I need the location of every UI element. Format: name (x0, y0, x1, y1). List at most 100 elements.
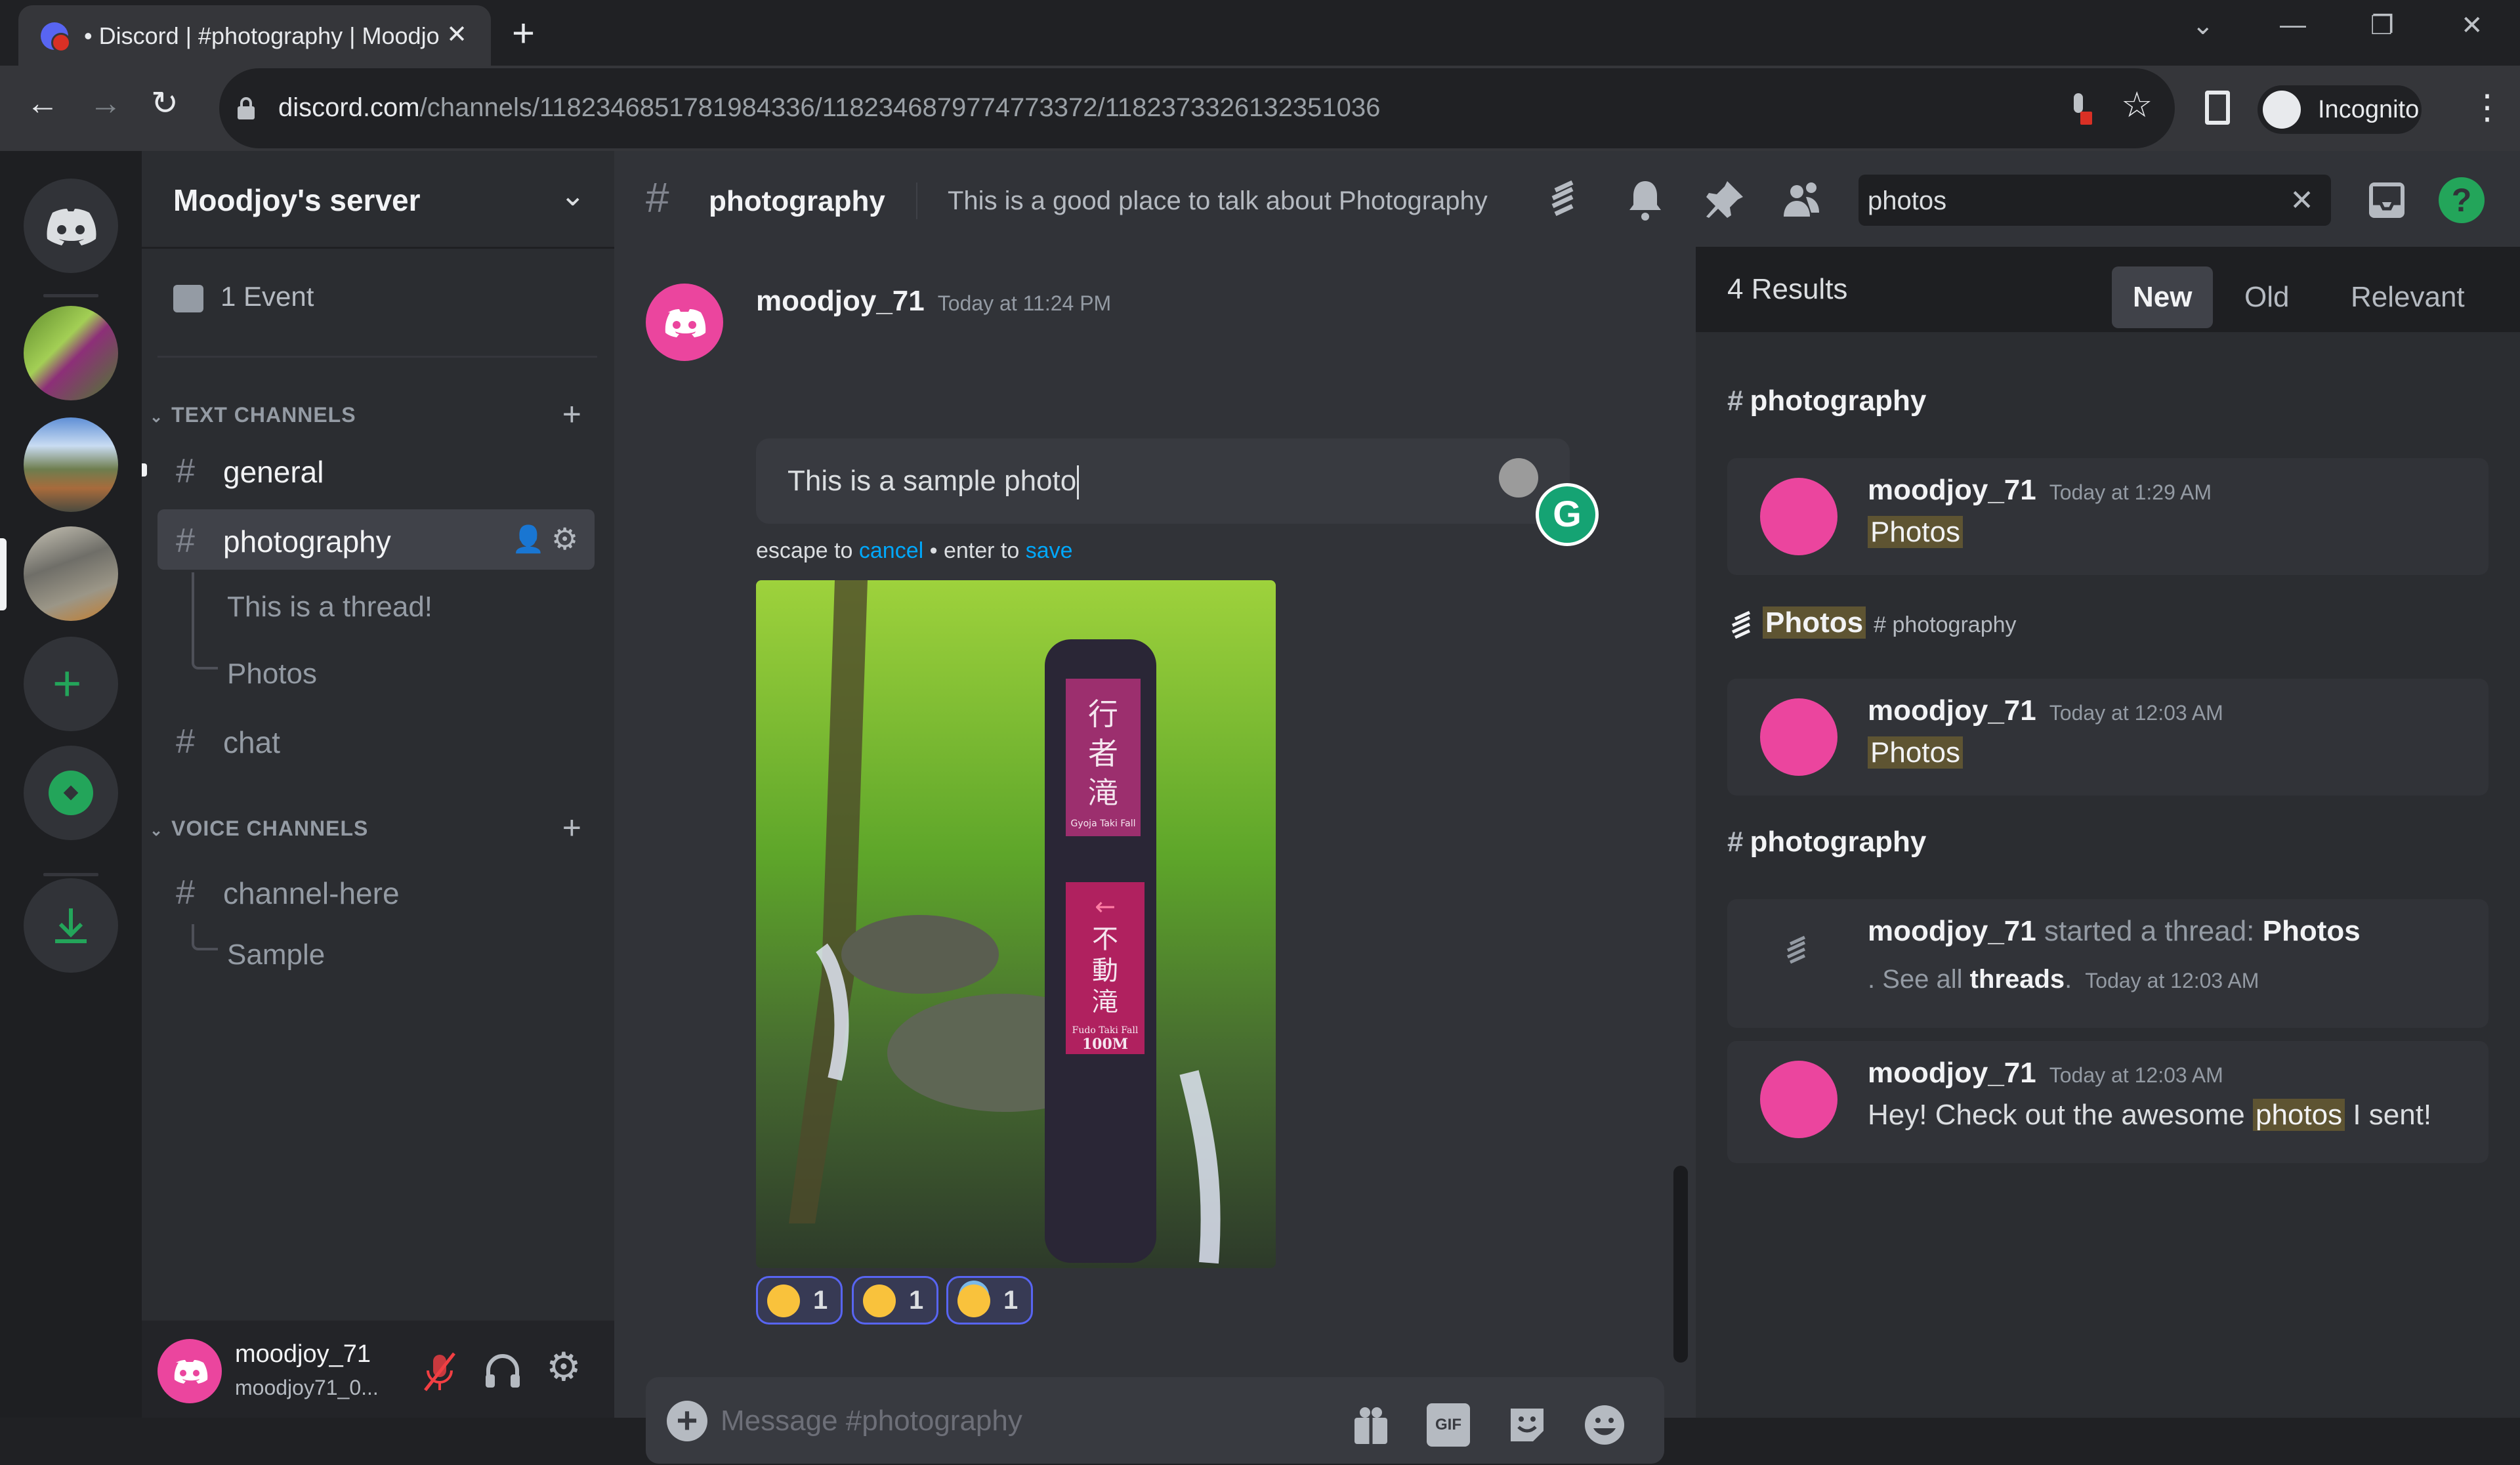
search-result-system[interactable]: moodjoy_71 started a thread: Photos . Se… (1727, 899, 2488, 1028)
browser-menu-icon[interactable]: ⋮ (2470, 88, 2504, 127)
browser-tab[interactable]: • Discord | #photography | Moodjoy's ser… (18, 5, 491, 66)
member-list-icon[interactable] (1780, 177, 1826, 223)
explore-servers-button[interactable] (24, 746, 118, 840)
notification-bell-icon[interactable] (1622, 177, 1668, 223)
result-group-channel[interactable]: # photography (1727, 826, 1926, 859)
user-settings-gear-icon[interactable]: ⚙ (546, 1344, 581, 1390)
create-invite-icon[interactable]: 👤 (512, 524, 545, 555)
thread-sample[interactable]: Sample (227, 939, 325, 971)
thread-photos[interactable]: Photos (227, 658, 317, 690)
gift-icon[interactable] (1349, 1403, 1393, 1447)
tab-title: • Discord | #photography | Moodjoy's ser… (84, 22, 438, 49)
message-author[interactable]: moodjoy_71 (756, 285, 925, 317)
category-text-channels[interactable]: ⌄ TEXT CHANNELS (150, 403, 356, 427)
thread-name-link[interactable]: Photos (2263, 915, 2361, 947)
gif-icon[interactable]: GIF (1427, 1403, 1470, 1447)
edit-message-box[interactable]: This is a sample photo G (756, 438, 1599, 546)
message-input[interactable] (719, 1377, 1312, 1465)
incognito-profile-button[interactable]: Incognito (2258, 85, 2422, 134)
mic-blocked-icon[interactable] (2067, 92, 2093, 126)
forward-button[interactable]: → (89, 84, 122, 122)
sort-relevant-button[interactable]: Relevant (2330, 266, 2486, 328)
tab-close-icon[interactable]: ✕ (446, 20, 467, 49)
clear-search-icon[interactable]: ✕ (2290, 184, 2314, 217)
minimize-button[interactable]: — (2280, 11, 2306, 40)
headphones-icon[interactable] (483, 1351, 522, 1390)
thread-icon (1786, 935, 1806, 964)
back-button[interactable]: ← (26, 84, 59, 122)
emoji-icon[interactable] (1583, 1403, 1626, 1447)
see-all-threads-link[interactable]: threads (1970, 965, 2065, 994)
window-close-button[interactable]: ✕ (2461, 11, 2483, 41)
result-group-thread[interactable]: Photos # photography (1727, 606, 2017, 639)
search-result[interactable]: moodjoy_71 Today at 1:29 AM Photos (1727, 458, 2488, 575)
svg-text:Fudo Taki Fall: Fudo Taki Fall (1072, 1025, 1139, 1036)
channel-settings-gear-icon[interactable]: ⚙ (551, 521, 578, 557)
message-avatar[interactable] (646, 284, 723, 361)
address-bar[interactable]: discord.com/channels/1182346851781984336… (219, 68, 2175, 148)
incognito-label: Incognito (2318, 96, 2420, 123)
download-apps-button[interactable] (24, 878, 118, 973)
server-icon-3[interactable] (24, 526, 118, 621)
new-tab-button[interactable]: + (512, 11, 535, 56)
tab-search-chevron-icon[interactable]: ⌄ (2192, 11, 2214, 41)
direct-messages-button[interactable] (24, 179, 118, 273)
inbox-icon[interactable] (2364, 177, 2410, 223)
search-result[interactable]: moodjoy_71 Today at 12:03 AM Hey! Check o… (1727, 1041, 2488, 1163)
chat-area: moodjoy_71 Today at 11:24 PM This is a sa… (614, 247, 1696, 1465)
save-edit-link[interactable]: save (1026, 538, 1073, 563)
server-icon-2[interactable] (24, 417, 118, 512)
help-icon[interactable]: ? (2439, 177, 2485, 223)
discord-favicon-icon (41, 22, 71, 53)
chat-scrollbar[interactable] (1673, 1166, 1688, 1363)
discord-logo-icon (665, 309, 706, 337)
sort-new-button[interactable]: New (2112, 266, 2214, 328)
server-icon-moodjoy[interactable] (24, 306, 118, 400)
sticker-icon[interactable] (1505, 1403, 1549, 1447)
pinned-messages-icon[interactable] (1701, 177, 1747, 223)
search-result[interactable]: moodjoy_71 Today at 12:03 AM Photos (1727, 679, 2488, 796)
create-text-channel-button[interactable]: + (562, 395, 581, 433)
side-panel-icon[interactable] (2205, 91, 2230, 125)
server-name: Moodjoy's server (173, 183, 421, 217)
cancel-edit-link[interactable]: cancel (859, 538, 923, 563)
create-voice-channel-button[interactable]: + (562, 809, 581, 847)
attach-plus-icon[interactable]: + (667, 1401, 707, 1441)
category-voice-channels[interactable]: ⌄ VOICE CHANNELS (150, 817, 368, 841)
reaction-innocent[interactable]: 1 (946, 1276, 1033, 1325)
thread-this-is-a-thread[interactable]: This is a thread! (227, 591, 432, 624)
search-box[interactable]: ✕ (1858, 175, 2331, 227)
search-highlight: Photos (1763, 606, 1866, 639)
user-avatar[interactable] (158, 1339, 222, 1403)
result-author: moodjoy_71 (1868, 694, 2036, 727)
channel-channel-here[interactable]: # channel-here (158, 861, 595, 922)
channel-chat[interactable]: # chat (158, 710, 595, 771)
edit-message-text[interactable]: This is a sample photo (788, 465, 1080, 500)
server-header[interactable]: Moodjoy's server ⌄ (142, 151, 614, 249)
sort-old-button[interactable]: Old (2223, 266, 2310, 328)
user-panel: moodjoy_71 moodjoy71_0... ⚙ (142, 1321, 614, 1418)
chevron-down-icon: ⌄ (560, 178, 585, 212)
events-button[interactable]: 1 Event (173, 281, 314, 312)
hash-icon: # (1727, 385, 1744, 417)
thread-icon (1731, 611, 1751, 639)
bookmark-star-icon[interactable]: ☆ (2121, 84, 2152, 125)
result-group-channel[interactable]: # photography (1727, 385, 1926, 417)
channel-photography[interactable]: # photography 👤 ⚙ (158, 509, 595, 570)
channel-general[interactable]: # general (158, 440, 595, 500)
result-avatar (1760, 698, 1838, 776)
svg-text:不: 不 (1092, 924, 1118, 954)
threads-icon[interactable] (1542, 177, 1588, 223)
reaction-pleading[interactable]: 1 (852, 1276, 938, 1325)
reaction-count: 1 (813, 1286, 828, 1315)
mic-muted-icon[interactable] (421, 1351, 458, 1393)
channel-topic[interactable]: This is a good place to talk about Photo… (948, 186, 1488, 216)
restore-button[interactable]: ❐ (2370, 11, 2394, 41)
reload-button[interactable]: ↻ (151, 84, 178, 122)
search-input[interactable] (1858, 175, 2263, 227)
grammarly-icon[interactable]: G (1536, 483, 1599, 546)
add-server-button[interactable]: + (24, 637, 118, 731)
emoji-picker-icon[interactable] (1499, 458, 1538, 498)
reaction-yum[interactable]: 1 (756, 1276, 843, 1325)
message-image-attachment[interactable]: 行 者 滝 Gyoja Taki Fall ← 不 動 滝 Fudo Taki … (756, 580, 1276, 1268)
